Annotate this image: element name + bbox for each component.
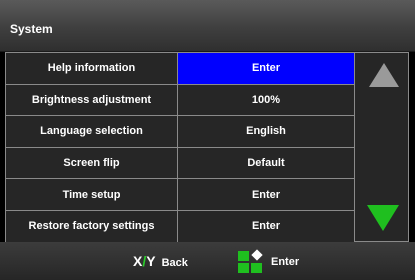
arrow-down-icon[interactable] (367, 205, 399, 231)
menu-row-restore-factory-settings[interactable]: Restore factory settings Enter (5, 209, 355, 243)
menu-row-label: Screen flip (5, 146, 178, 180)
x-key-label: X (133, 253, 143, 269)
menu-row-value[interactable]: Enter (177, 178, 355, 211)
menu-row-label: Brightness adjustment (5, 83, 178, 117)
menu-row-label: Time setup (5, 178, 178, 211)
settings-table: Help information Enter Brightness adjust… (5, 52, 355, 243)
enter-label: Enter (271, 256, 300, 268)
scroll-panel (354, 52, 409, 242)
menu-row-value[interactable]: English (177, 115, 355, 148)
footer-hints: X/Y Back Enter (0, 242, 415, 280)
enter-icon-square-bottom-left (238, 263, 249, 273)
menu-row-time-setup[interactable]: Time setup Enter (5, 178, 355, 211)
back-label: Back (161, 257, 188, 269)
back-hint[interactable]: X/Y Back (133, 253, 188, 271)
menu-row-label: Restore factory settings (5, 209, 178, 243)
menu-row-brightness-adjustment[interactable]: Brightness adjustment 100% (5, 83, 355, 117)
enter-icon-square-top (238, 251, 249, 261)
y-key-label: Y (146, 253, 156, 269)
menu-row-value[interactable]: Default (177, 146, 355, 180)
enter-icon-square-bottom-right (251, 263, 262, 273)
enter-icon-diamond (251, 249, 263, 261)
settings-menu: Help information Enter Brightness adjust… (5, 52, 409, 243)
menu-row-label: Language selection (5, 115, 178, 148)
title-bar: System (0, 0, 415, 52)
menu-row-value[interactable]: Enter (177, 52, 355, 85)
arrow-up-icon[interactable] (369, 63, 399, 87)
menu-row-label: Help information (5, 52, 178, 85)
menu-row-screen-flip[interactable]: Screen flip Default (5, 146, 355, 180)
menu-row-help-information[interactable]: Help information Enter (5, 52, 355, 85)
window-title: System (10, 22, 53, 36)
menu-row-language-selection[interactable]: Language selection English (5, 115, 355, 148)
menu-row-value[interactable]: Enter (177, 209, 355, 243)
system-screen: System Help information Enter Brightness… (0, 0, 415, 280)
menu-row-value[interactable]: 100% (177, 83, 355, 117)
enter-button-icon[interactable] (238, 249, 263, 273)
